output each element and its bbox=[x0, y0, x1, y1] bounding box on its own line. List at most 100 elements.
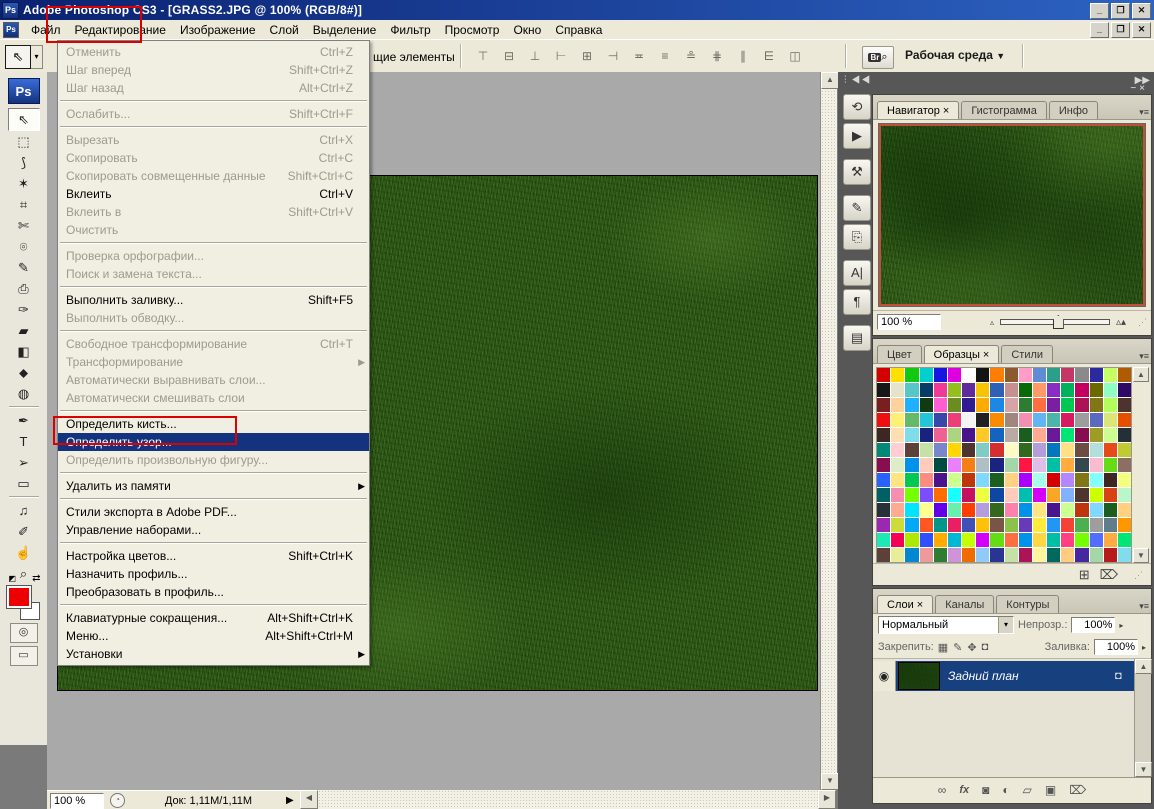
scroll-down-icon[interactable]: ▼ bbox=[821, 773, 839, 790]
swatch[interactable] bbox=[1090, 383, 1103, 397]
swatch[interactable] bbox=[948, 488, 961, 502]
swatch[interactable] bbox=[877, 443, 890, 457]
swatch[interactable] bbox=[1047, 518, 1060, 532]
healing-brush-tool[interactable]: ⌾ bbox=[9, 236, 39, 257]
swatch[interactable] bbox=[1061, 533, 1074, 547]
minimize-panel-icon[interactable]: − bbox=[1130, 577, 1139, 588]
menu-item-Установки[interactable]: Установки▶ bbox=[58, 645, 369, 663]
tab-Навигатор ×[interactable]: Навигатор × bbox=[877, 101, 959, 119]
audio-annotation-tool[interactable]: ♫ bbox=[9, 500, 39, 521]
swatch[interactable] bbox=[1047, 548, 1060, 562]
swatch[interactable] bbox=[1118, 488, 1131, 502]
swatch[interactable] bbox=[1061, 518, 1074, 532]
swatch[interactable] bbox=[1104, 518, 1117, 532]
scroll-down-icon[interactable]: ▼ bbox=[1135, 762, 1152, 777]
swatch[interactable] bbox=[1019, 398, 1032, 412]
swatch[interactable] bbox=[1047, 413, 1060, 427]
menu-item-Определить кисть...[interactable]: Определить кисть... bbox=[58, 415, 369, 433]
swatch[interactable] bbox=[962, 368, 975, 382]
photoshop-logo[interactable]: Ps bbox=[8, 78, 40, 104]
vertical-scrollbar[interactable]: ▲ ▼ bbox=[820, 72, 837, 790]
tab-Контуры[interactable]: Контуры bbox=[996, 595, 1059, 613]
swatch[interactable] bbox=[1104, 383, 1117, 397]
swatch[interactable] bbox=[990, 518, 1003, 532]
swatch[interactable] bbox=[962, 518, 975, 532]
status-zoom-field[interactable]: 100 % bbox=[50, 793, 104, 809]
align-left-edges-icon[interactable]: ⊢ bbox=[550, 47, 572, 65]
swatch[interactable] bbox=[1047, 503, 1060, 517]
swatch[interactable] bbox=[976, 473, 989, 487]
swatch[interactable] bbox=[1104, 413, 1117, 427]
swatch[interactable] bbox=[1061, 413, 1074, 427]
swatch[interactable] bbox=[990, 488, 1003, 502]
swatch[interactable] bbox=[920, 503, 933, 517]
menubar-item-Слой[interactable]: Слой bbox=[263, 21, 306, 39]
menu-item-Преобразовать в профиль...[interactable]: Преобразовать в профиль... bbox=[58, 583, 369, 601]
swatch[interactable] bbox=[1005, 443, 1018, 457]
swatch[interactable] bbox=[891, 503, 904, 517]
status-menu-arrow-icon[interactable]: ▶ bbox=[286, 795, 298, 806]
eyedropper-tool[interactable]: ✐ bbox=[9, 521, 39, 542]
swatch[interactable] bbox=[1005, 518, 1018, 532]
minimize-panel-icon[interactable]: − bbox=[1130, 327, 1139, 338]
zoom-slider-thumb[interactable] bbox=[1053, 315, 1064, 329]
menu-item-Управление наборами...[interactable]: Управление наборами... bbox=[58, 521, 369, 539]
pen-tool[interactable]: ✒ bbox=[9, 410, 39, 431]
swatch[interactable] bbox=[948, 443, 961, 457]
swatch[interactable] bbox=[962, 443, 975, 457]
menu-item-Удалить из памяти[interactable]: Удалить из памяти▶ bbox=[58, 477, 369, 495]
swatch[interactable] bbox=[877, 368, 890, 382]
close-panel-icon[interactable]: × bbox=[1139, 327, 1148, 338]
zoom-in-icon[interactable]: ▵▴ bbox=[1116, 317, 1126, 328]
menu-item-Меню...[interactable]: Меню...Alt+Shift+Ctrl+M bbox=[58, 627, 369, 645]
swatch[interactable] bbox=[990, 473, 1003, 487]
swatch[interactable] bbox=[1019, 413, 1032, 427]
swatch[interactable] bbox=[976, 503, 989, 517]
layer-visibility-eye-icon[interactable]: ◉ bbox=[873, 661, 896, 691]
distribute-horizontal-centers-icon[interactable]: ∥ bbox=[732, 47, 754, 65]
swatch[interactable] bbox=[1061, 458, 1074, 472]
swatch[interactable] bbox=[1118, 443, 1131, 457]
swatch[interactable] bbox=[934, 473, 947, 487]
adjustment-layer-icon[interactable]: ◐ bbox=[1002, 783, 1009, 797]
swatch[interactable] bbox=[877, 383, 890, 397]
swatch[interactable] bbox=[1104, 428, 1117, 442]
clone-source-panel-icon[interactable]: ⎘ bbox=[843, 224, 871, 250]
swatch[interactable] bbox=[1061, 503, 1074, 517]
new-layer-icon[interactable]: ▣ bbox=[1045, 783, 1056, 797]
swatch[interactable] bbox=[877, 518, 890, 532]
actions-panel-icon[interactable]: ▶ bbox=[843, 123, 871, 149]
swatch[interactable] bbox=[891, 413, 904, 427]
swatch[interactable] bbox=[990, 398, 1003, 412]
swatch[interactable] bbox=[920, 548, 933, 562]
layer-thumbnail[interactable] bbox=[898, 662, 940, 690]
menubar-item-Справка[interactable]: Справка bbox=[548, 21, 609, 39]
fill-field[interactable]: 100% bbox=[1094, 639, 1138, 655]
swatch[interactable] bbox=[1033, 533, 1046, 547]
swatch[interactable] bbox=[976, 488, 989, 502]
swatch[interactable] bbox=[934, 413, 947, 427]
swatch[interactable] bbox=[934, 398, 947, 412]
swatch[interactable] bbox=[905, 458, 918, 472]
swatch[interactable] bbox=[877, 533, 890, 547]
paint-bucket-tool[interactable]: ◧ bbox=[9, 341, 39, 362]
layers-panel-buttons[interactable]: −× bbox=[1130, 577, 1148, 588]
swatch[interactable] bbox=[1047, 383, 1060, 397]
swatch[interactable] bbox=[1033, 548, 1046, 562]
brush-tool[interactable]: ✎ bbox=[9, 257, 39, 278]
swatch[interactable] bbox=[905, 473, 918, 487]
swatch[interactable] bbox=[990, 443, 1003, 457]
swatch[interactable] bbox=[1061, 398, 1074, 412]
slice-tool[interactable]: ✄ bbox=[9, 215, 39, 236]
swatch[interactable] bbox=[934, 503, 947, 517]
scroll-down-icon[interactable]: ▼ bbox=[1133, 548, 1149, 563]
swatch[interactable] bbox=[877, 473, 890, 487]
new-group-icon[interactable]: ▱ bbox=[1023, 783, 1032, 797]
swatch[interactable] bbox=[1090, 413, 1103, 427]
swatch[interactable] bbox=[1118, 428, 1131, 442]
swatch[interactable] bbox=[1019, 383, 1032, 397]
swatch[interactable] bbox=[990, 503, 1003, 517]
swatch[interactable] bbox=[1075, 413, 1088, 427]
swatch[interactable] bbox=[905, 443, 918, 457]
distribute-bottom-edges-icon[interactable]: ≗ bbox=[680, 47, 702, 65]
